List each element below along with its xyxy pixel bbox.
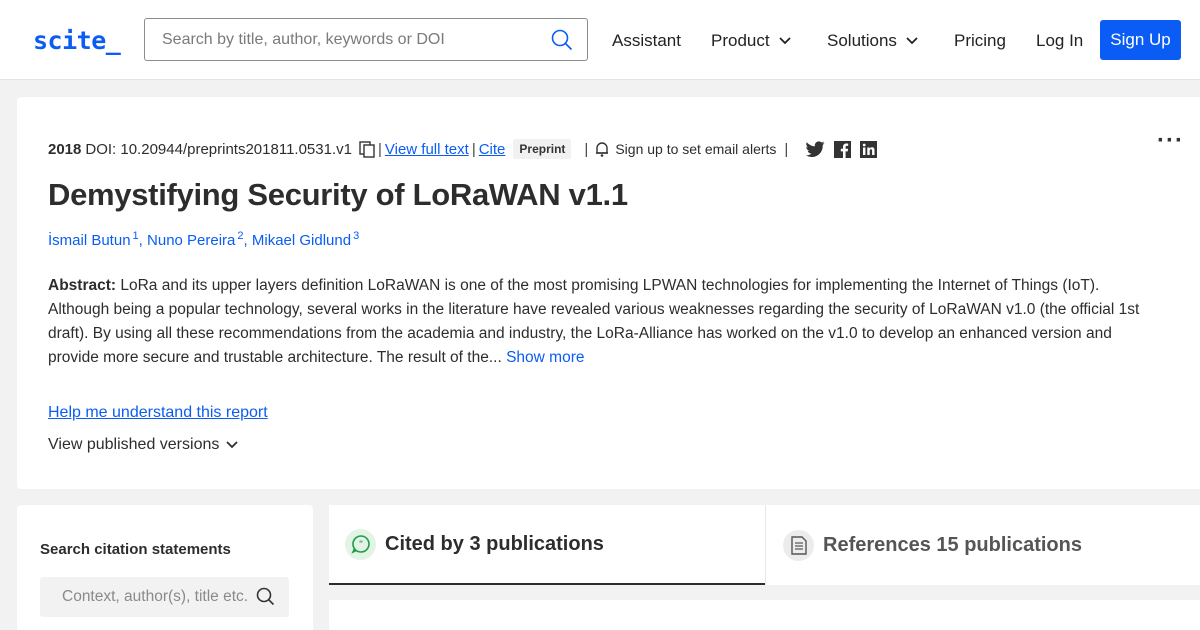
- scite-logo[interactable]: scite_: [33, 26, 121, 55]
- chevron-down-icon: [226, 441, 238, 449]
- citation-search-panel: Search citation statements: [17, 505, 313, 630]
- twitter-icon[interactable]: [806, 140, 825, 157]
- paper-doi: DOI: 10.20944/preprints201811.0531.v1: [85, 140, 352, 158]
- facebook-icon[interactable]: [834, 140, 852, 158]
- citation-search-input[interactable]: [62, 577, 257, 617]
- author-link[interactable]: İsmail Butun 1: [48, 230, 139, 249]
- paper-year: 2018: [48, 140, 82, 158]
- published-versions-toggle[interactable]: View published versions: [48, 436, 238, 454]
- copy-icon[interactable]: [359, 140, 375, 158]
- help-understand-link[interactable]: Help me understand this report: [48, 404, 268, 422]
- nav-solutions[interactable]: Solutions: [827, 31, 918, 51]
- preprint-badge: Preprint: [513, 139, 572, 159]
- separator: |: [471, 140, 476, 158]
- separator: |: [584, 140, 589, 158]
- document-icon: [783, 529, 814, 561]
- search-input[interactable]: [162, 19, 542, 60]
- show-more-link[interactable]: Show more: [506, 349, 584, 366]
- nav-login[interactable]: Log In: [1036, 31, 1083, 51]
- email-alerts-link[interactable]: Sign up to set email alerts: [615, 141, 776, 157]
- svg-text:": ": [358, 540, 362, 549]
- nav-assistant[interactable]: Assistant: [612, 31, 681, 51]
- social-links: [797, 140, 878, 158]
- more-options-icon[interactable]: ···: [1157, 127, 1184, 155]
- signup-button[interactable]: Sign Up: [1100, 20, 1181, 60]
- paper-meta: 2018 DOI: 10.20944/preprints201811.0531.…: [48, 139, 878, 159]
- tab-cited-by[interactable]: " Cited by 3 publications: [329, 505, 765, 585]
- abstract-text: Abstract: LoRa and its upper layers defi…: [48, 277, 1140, 366]
- chevron-down-icon: [906, 37, 918, 45]
- citation-tabs: " Cited by 3 publications References 15 …: [329, 505, 1200, 585]
- author-list: İsmail Butun 1, Nuno Pereira 2, Mikael Gid…: [48, 230, 360, 249]
- abstract-label: Abstract:: [48, 277, 117, 294]
- linkedin-icon[interactable]: [860, 140, 878, 158]
- cite-link[interactable]: Cite: [479, 141, 506, 158]
- nav-product[interactable]: Product: [711, 31, 791, 51]
- author-link[interactable]: Mikael Gidlund 3: [252, 230, 359, 249]
- search-icon[interactable]: [551, 29, 573, 56]
- author-link[interactable]: Nuno Pereira 2: [147, 230, 244, 249]
- citation-search-box[interactable]: [40, 577, 289, 617]
- separator: |: [377, 140, 382, 158]
- tab-references[interactable]: References 15 publications: [765, 505, 1200, 585]
- citations-panel: [329, 600, 1200, 630]
- chat-bubble-icon: ": [345, 528, 376, 560]
- top-header: scite_ Assistant Product Solutions Prici…: [0, 0, 1200, 80]
- chevron-down-icon: [778, 37, 791, 45]
- search-box[interactable]: [144, 18, 588, 61]
- paper-card: 2018 DOI: 10.20944/preprints201811.0531.…: [17, 97, 1200, 489]
- search-icon[interactable]: [256, 587, 275, 611]
- page-title: Demystifying Security of LoRaWAN v1.1: [48, 177, 628, 212]
- separator: |: [784, 140, 789, 158]
- nav-pricing[interactable]: Pricing: [954, 31, 1006, 51]
- view-full-text-link[interactable]: View full text: [385, 141, 469, 158]
- citation-search-title: Search citation statements: [40, 541, 231, 558]
- bell-icon[interactable]: [595, 141, 609, 157]
